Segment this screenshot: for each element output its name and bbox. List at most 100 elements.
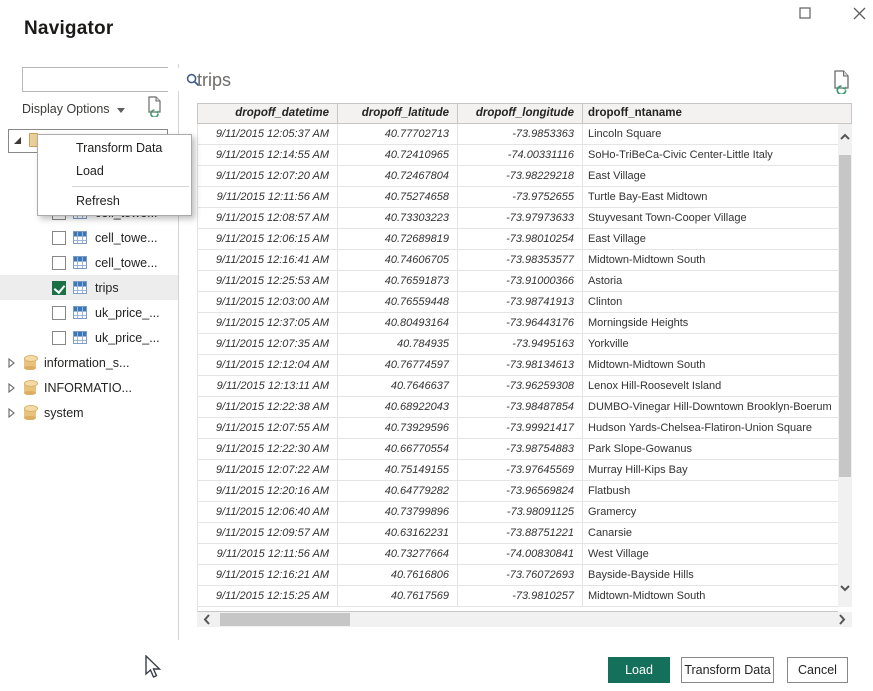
scroll-down-icon[interactable]: [838, 581, 852, 595]
table-checkbox[interactable]: [52, 306, 66, 320]
scroll-left-icon[interactable]: [200, 612, 214, 627]
table-row[interactable]: 9/11/2015 12:22:30 AM 40.66770554 -73.98…: [198, 439, 838, 460]
table-row[interactable]: 9/11/2015 12:12:04 AM 40.76774597 -73.98…: [198, 355, 838, 376]
cell-dropoff-latitude: 40.7646637: [338, 376, 458, 396]
cell-dropoff-longitude: -73.9810257: [458, 586, 583, 606]
maximize-icon[interactable]: [796, 4, 814, 22]
scroll-right-icon[interactable]: [835, 612, 849, 627]
table-row[interactable]: 9/11/2015 12:16:41 AM 40.74606705 -73.98…: [198, 250, 838, 271]
cell-dropoff-ntaname: Gramercy: [583, 502, 838, 522]
table-row[interactable]: 9/11/2015 12:14:55 AM 40.72410965 -74.00…: [198, 145, 838, 166]
table-icon: [73, 231, 87, 244]
table-checkbox[interactable]: [52, 331, 66, 345]
table-row[interactable]: 9/11/2015 12:16:21 AM 40.7616806 -73.760…: [198, 565, 838, 586]
cell-dropoff-longitude: -73.98353577: [458, 250, 583, 270]
tree-item-table[interactable]: trips: [0, 275, 178, 300]
cell-dropoff-latitude: 40.75274658: [338, 187, 458, 207]
cell-dropoff-datetime: 9/11/2015 12:03:00 AM: [198, 292, 338, 312]
cell-dropoff-latitude: 40.64779282: [338, 481, 458, 501]
expander-collapsed-icon[interactable]: [8, 383, 18, 393]
dialog-title: Navigator: [24, 18, 113, 40]
tree-item-table[interactable]: cell_towe...: [0, 250, 178, 275]
cell-dropoff-latitude: 40.75149155: [338, 460, 458, 480]
table-row[interactable]: 9/11/2015 12:11:56 AM 40.73277664 -74.00…: [198, 544, 838, 565]
transform-data-button[interactable]: Transform Data: [681, 657, 774, 683]
table-row[interactable]: 9/11/2015 12:07:22 AM 40.75149155 -73.97…: [198, 460, 838, 481]
column-header[interactable]: dropoff_datetime: [198, 104, 338, 123]
tree-item-database[interactable]: system: [0, 400, 178, 425]
table-row[interactable]: 9/11/2015 12:07:35 AM 40.784935 -73.9495…: [198, 334, 838, 355]
expander-expanded-icon[interactable]: [13, 132, 22, 150]
table-icon: [73, 256, 87, 269]
tree-item-table[interactable]: cell_towe...: [0, 225, 178, 250]
table-row[interactable]: 9/11/2015 12:07:20 AM 40.72467804 -73.98…: [198, 166, 838, 187]
load-button[interactable]: Load: [608, 657, 670, 683]
table-row[interactable]: 9/11/2015 12:37:05 AM 40.80493164 -73.96…: [198, 313, 838, 334]
cell-dropoff-datetime: 9/11/2015 12:37:05 AM: [198, 313, 338, 333]
table-checkbox[interactable]: [52, 256, 66, 270]
cell-dropoff-latitude: 40.76559448: [338, 292, 458, 312]
tree-item-table[interactable]: uk_price_...: [0, 325, 178, 350]
tree-item-database[interactable]: INFORMATIO...: [0, 375, 178, 400]
table-checkbox[interactable]: [52, 231, 66, 245]
close-icon[interactable]: [850, 4, 868, 22]
refresh-document-icon[interactable]: [147, 96, 164, 122]
cell-dropoff-datetime: 9/11/2015 12:25:53 AM: [198, 271, 338, 291]
table-row[interactable]: 9/11/2015 12:05:37 AM 40.77702713 -73.98…: [198, 124, 838, 145]
table-icon: [73, 281, 87, 294]
cell-dropoff-latitude: 40.7617569: [338, 586, 458, 606]
cell-dropoff-latitude: 40.76591873: [338, 271, 458, 291]
cell-dropoff-latitude: 40.73303223: [338, 208, 458, 228]
chevron-down-icon: [117, 102, 125, 116]
table-row[interactable]: 9/11/2015 12:20:16 AM 40.64779282 -73.96…: [198, 481, 838, 502]
cell-dropoff-latitude: 40.66770554: [338, 439, 458, 459]
table-row[interactable]: 9/11/2015 12:13:11 AM 40.7646637 -73.962…: [198, 376, 838, 397]
context-menu-item[interactable]: Refresh: [38, 190, 191, 213]
table-row[interactable]: 9/11/2015 12:03:00 AM 40.76559448 -73.98…: [198, 292, 838, 313]
cell-dropoff-ntaname: West Village: [583, 544, 838, 564]
table-row[interactable]: 9/11/2015 12:08:57 AM 40.73303223 -73.97…: [198, 208, 838, 229]
cell-dropoff-ntaname: Midtown-Midtown South: [583, 586, 838, 606]
expander-collapsed-icon[interactable]: [8, 358, 18, 368]
vertical-scroll-thumb[interactable]: [839, 155, 851, 477]
table-row[interactable]: 9/11/2015 12:22:38 AM 40.68922043 -73.98…: [198, 397, 838, 418]
cell-dropoff-ntaname: SoHo-TriBeCa-Civic Center-Little Italy: [583, 145, 838, 165]
table-row[interactable]: 9/11/2015 12:09:57 AM 40.63162231 -73.88…: [198, 523, 838, 544]
context-menu-item[interactable]: Load: [38, 160, 191, 183]
horizontal-scrollbar[interactable]: [197, 612, 852, 627]
column-header[interactable]: dropoff_latitude: [338, 104, 458, 123]
vertical-scrollbar[interactable]: [838, 124, 852, 607]
table-row[interactable]: 9/11/2015 12:15:25 AM 40.7617569 -73.981…: [198, 586, 838, 607]
table-checkbox[interactable]: [52, 281, 66, 295]
mouse-cursor: [144, 655, 162, 686]
table-row[interactable]: 9/11/2015 12:06:40 AM 40.73799896 -73.98…: [198, 502, 838, 523]
column-header[interactable]: dropoff_longitude: [458, 104, 583, 123]
cell-dropoff-datetime: 9/11/2015 12:05:37 AM: [198, 124, 338, 144]
cell-dropoff-datetime: 9/11/2015 12:22:30 AM: [198, 439, 338, 459]
context-menu-item[interactable]: Transform Data: [38, 137, 191, 160]
cell-dropoff-longitude: -73.91000366: [458, 271, 583, 291]
table-row[interactable]: 9/11/2015 12:07:55 AM 40.73929596 -73.99…: [198, 418, 838, 439]
cell-dropoff-latitude: 40.80493164: [338, 313, 458, 333]
cell-dropoff-ntaname: Astoria: [583, 271, 838, 291]
scroll-up-icon[interactable]: [838, 130, 852, 144]
horizontal-scroll-thumb[interactable]: [220, 613, 350, 626]
tree-item-database[interactable]: information_s...: [0, 350, 178, 375]
tree-item-table[interactable]: uk_price_...: [0, 300, 178, 325]
table-row[interactable]: 9/11/2015 12:06:15 AM 40.72689819 -73.98…: [198, 229, 838, 250]
column-header[interactable]: dropoff_ntaname: [583, 104, 851, 123]
cell-dropoff-datetime: 9/11/2015 12:16:21 AM: [198, 565, 338, 585]
tree-item-label: cell_towe...: [95, 256, 158, 270]
display-options-dropdown[interactable]: Display Options: [22, 99, 125, 119]
cell-dropoff-datetime: 9/11/2015 12:08:57 AM: [198, 208, 338, 228]
cell-dropoff-ntaname: Stuyvesant Town-Cooper Village: [583, 208, 838, 228]
table-row[interactable]: 9/11/2015 12:11:56 AM 40.75274658 -73.97…: [198, 187, 838, 208]
cell-dropoff-longitude: -73.98741913: [458, 292, 583, 312]
cancel-button[interactable]: Cancel: [787, 657, 848, 683]
expander-collapsed-icon[interactable]: [8, 408, 18, 418]
table-row[interactable]: 9/11/2015 12:25:53 AM 40.76591873 -73.91…: [198, 271, 838, 292]
search-input[interactable]: [23, 68, 186, 91]
tree-item-label: trips: [95, 281, 119, 295]
cell-dropoff-longitude: -73.98229218: [458, 166, 583, 186]
refresh-preview-icon[interactable]: [833, 70, 852, 99]
